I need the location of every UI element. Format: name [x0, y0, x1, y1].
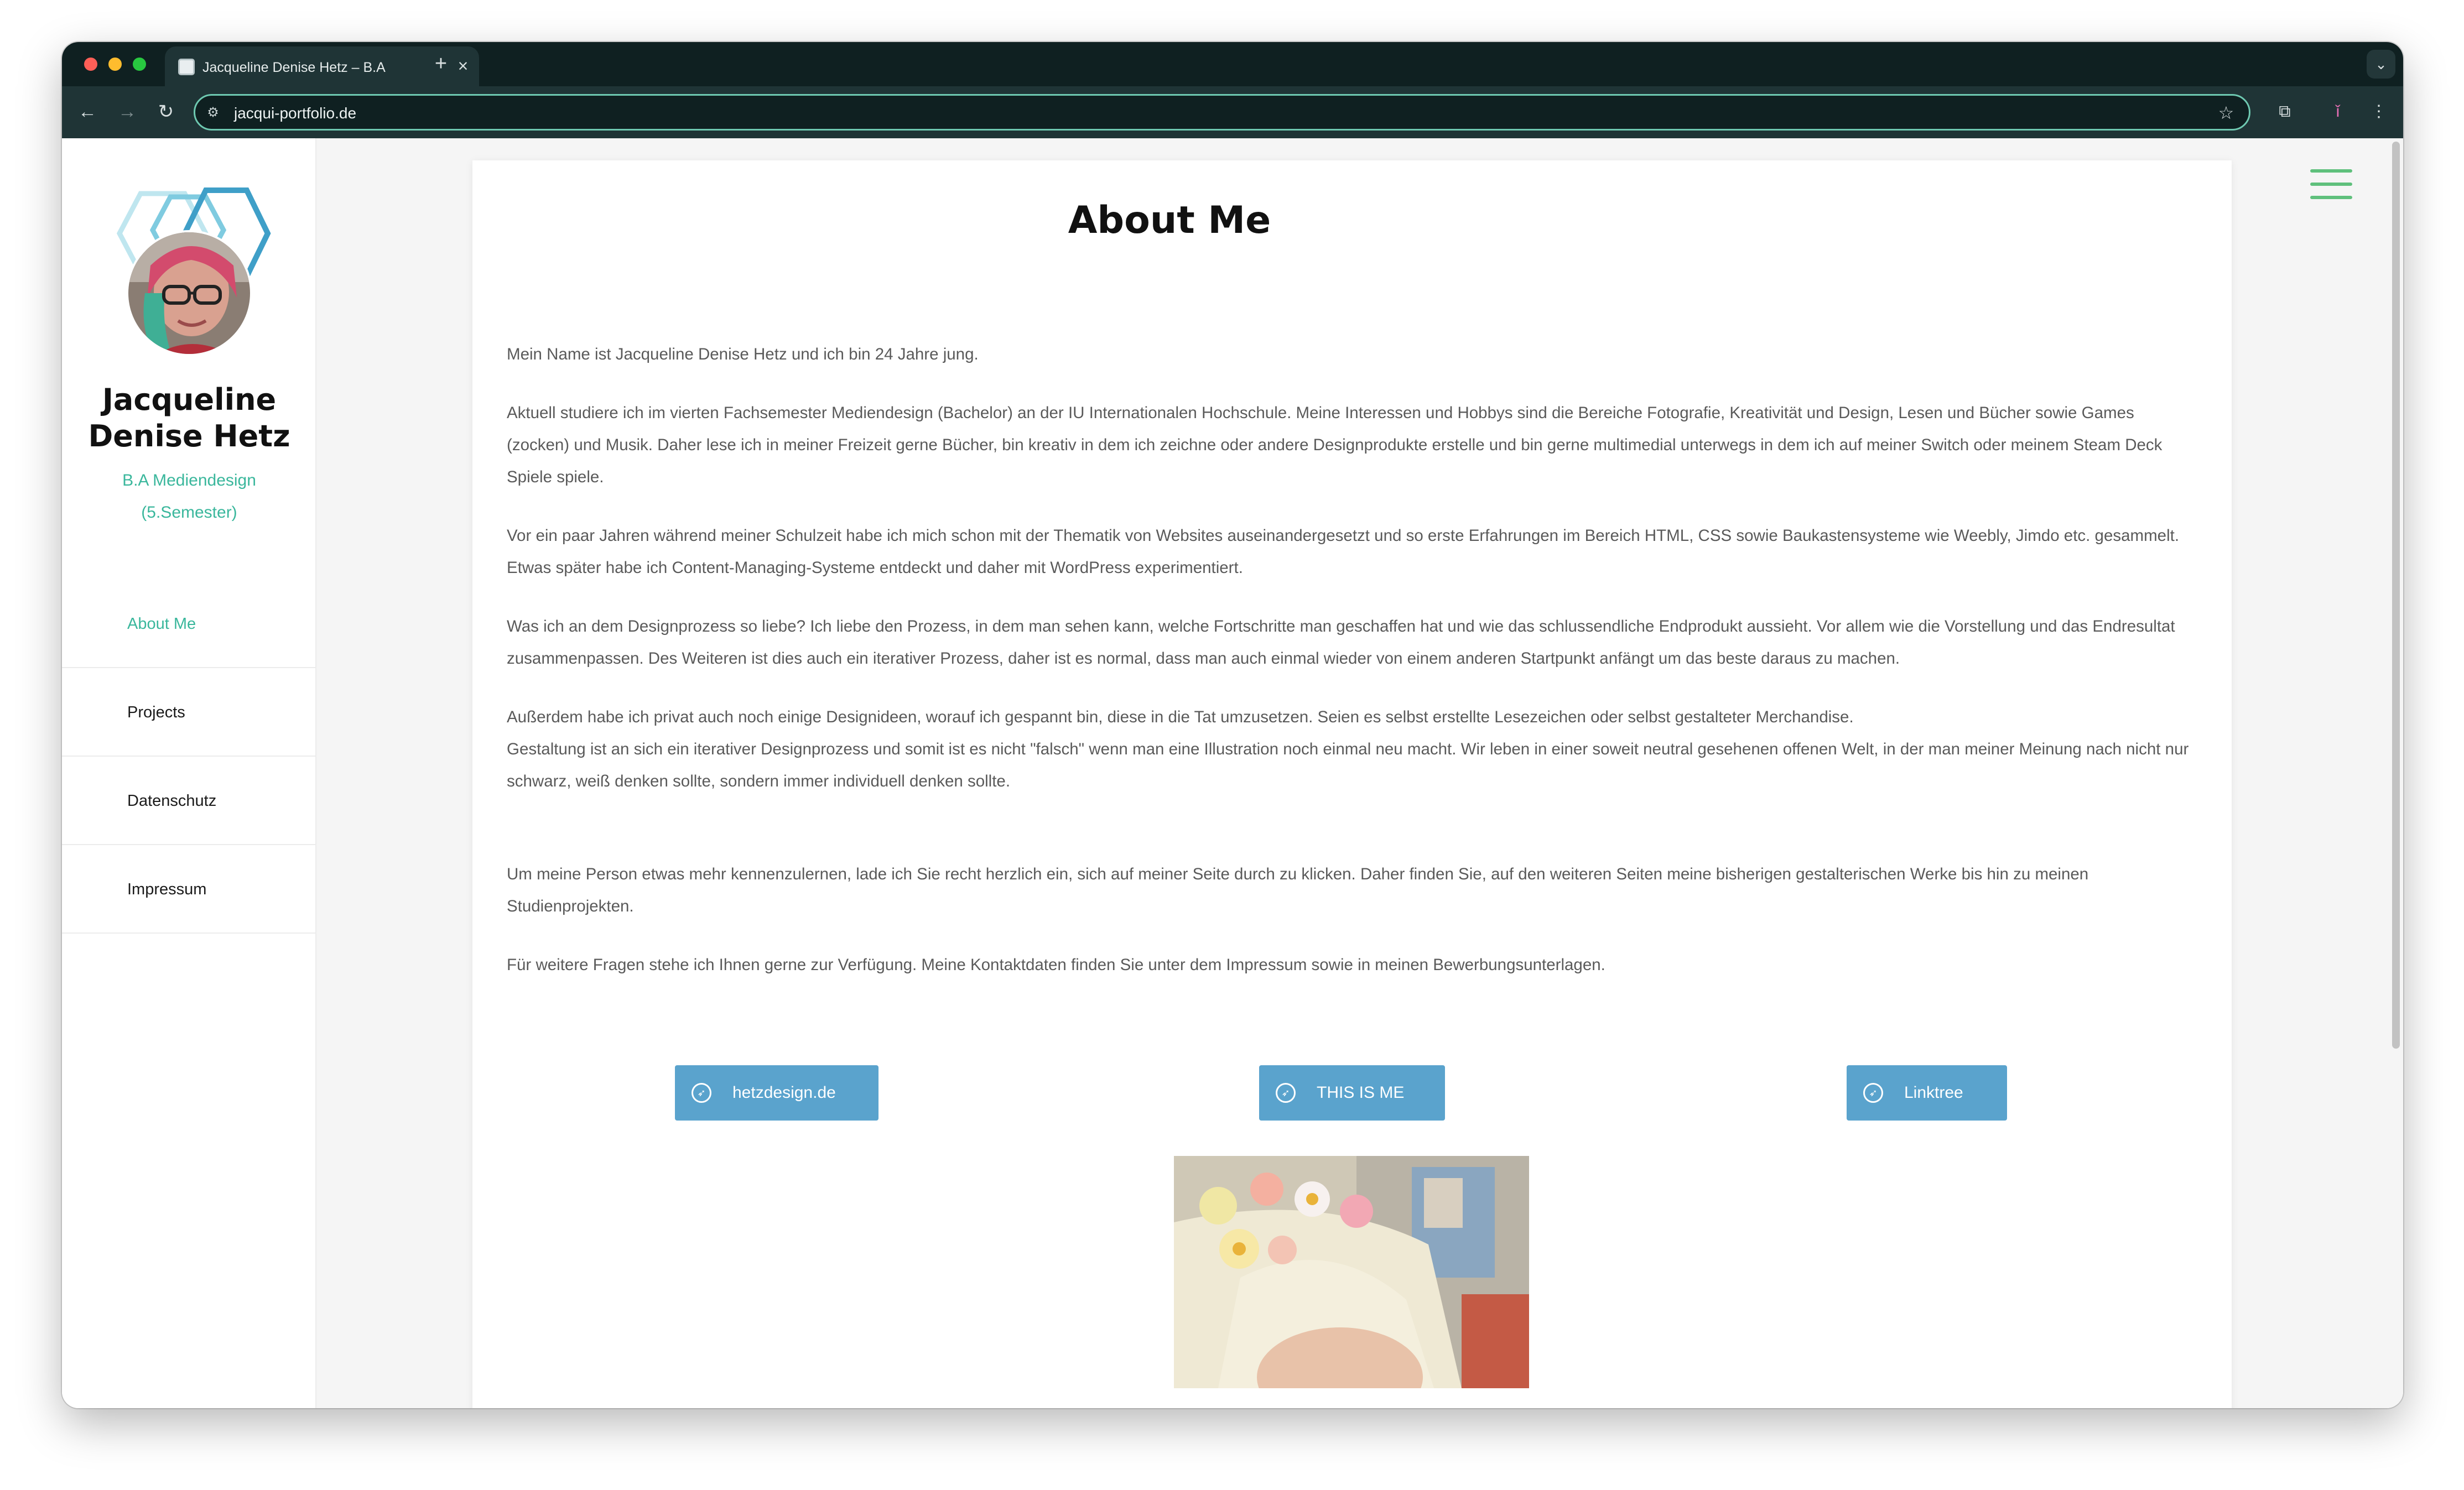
- profile-photo: [1174, 1156, 1529, 1388]
- paragraph: Außerdem habe ich privat auch noch einig…: [507, 708, 1854, 726]
- profile-degree: B.A Mediendesign: [122, 471, 256, 489]
- scrollbar-thumb[interactable]: [2392, 142, 2400, 1049]
- browser-menu-icon[interactable]: ⋮: [2367, 100, 2391, 124]
- compass-icon: ➶: [1863, 1083, 1883, 1103]
- paragraph: Um meine Person etwas mehr kennenzulerne…: [507, 865, 2089, 915]
- profile-avatar: [126, 230, 252, 356]
- profile-semester: (5.Semester): [141, 503, 237, 522]
- compass-icon: ➶: [692, 1083, 711, 1103]
- profile-subtitle: B.A Mediendesign (5.Semester): [84, 465, 294, 529]
- content-card: About Me Mein Name ist Jacqueline Denise…: [472, 160, 2232, 1408]
- reload-icon[interactable]: ↻: [153, 98, 179, 125]
- sidebar-item-projects[interactable]: Projects: [62, 668, 315, 757]
- page-title: About Me: [1068, 199, 1271, 242]
- maximize-window-button[interactable]: [133, 58, 146, 71]
- tab-search-icon[interactable]: ⌄: [2367, 50, 2395, 79]
- button-label: THIS IS ME: [1317, 1083, 1405, 1102]
- favicon-icon: [178, 59, 195, 75]
- profile-icon[interactable]: ǐ: [2326, 100, 2350, 124]
- sidebar-item-datenschutz[interactable]: Datenschutz: [62, 757, 315, 845]
- back-arrow-icon[interactable]: ←: [74, 98, 101, 125]
- tab-title: Jacqueline Denise Hetz – B.A: [202, 60, 386, 75]
- sidebar: Jacqueline Denise Hetz B.A Mediendesign …: [62, 138, 316, 1408]
- bookmark-star-icon[interactable]: ☆: [2216, 102, 2237, 123]
- site-info-icon[interactable]: ⚙: [204, 104, 222, 122]
- forward-arrow-icon[interactable]: →: [114, 98, 141, 125]
- sidebar-item-impressum[interactable]: Impressum: [62, 845, 315, 934]
- paragraph: Vor ein paar Jahren während meiner Schul…: [507, 527, 2180, 577]
- browser-window: Jacqueline Denise Hetz – B.A × + ⌄ ← → ↻…: [62, 42, 2403, 1408]
- profile-name: Jacqueline Denise Hetz: [88, 382, 290, 454]
- paragraph: Mein Name ist Jacqueline Denise Hetz und…: [507, 345, 979, 363]
- tab-strip: Jacqueline Denise Hetz – B.A × + ⌄: [62, 42, 2403, 86]
- button-label: Linktree: [1904, 1083, 1963, 1102]
- sidebar-item-about-me[interactable]: About Me: [62, 580, 315, 668]
- paragraph: Was ich an dem Designprozess so liebe? I…: [507, 617, 2175, 668]
- hetzdesign-button[interactable]: ➶ hetzdesign.de: [675, 1065, 878, 1121]
- paragraph: Für weitere Fragen stehe ich Ihnen gerne…: [507, 956, 1605, 974]
- page-scrollbar[interactable]: [2388, 138, 2403, 1408]
- tab-close-icon[interactable]: ×: [454, 56, 472, 75]
- url-text[interactable]: jacqui-portfolio.de: [234, 103, 356, 123]
- paragraph: Gestaltung ist an sich ein iterativer De…: [507, 740, 2189, 790]
- about-text: Mein Name ist Jacqueline Denise Hetz und…: [507, 338, 2200, 1008]
- button-label: hetzdesign.de: [732, 1083, 836, 1102]
- linktree-button[interactable]: ➶ Linktree: [1847, 1065, 2007, 1121]
- minimize-window-button[interactable]: [108, 58, 122, 71]
- new-tab-icon[interactable]: +: [429, 52, 453, 75]
- paragraph: Aktuell studiere ich im vierten Fachseme…: [507, 404, 2163, 486]
- browser-toolbar: ← → ↻ ⚙ jacqui-portfolio.de ☆ ⧉ ǐ ⋮: [62, 86, 2403, 138]
- close-window-button[interactable]: [84, 58, 97, 71]
- page-viewport: Jacqueline Denise Hetz B.A Mediendesign …: [62, 138, 2403, 1408]
- hamburger-menu-icon[interactable]: [2310, 169, 2352, 200]
- compass-icon: ➶: [1276, 1083, 1296, 1103]
- extensions-icon[interactable]: ⧉: [2273, 100, 2297, 124]
- sidebar-nav: About Me Projects Datenschutz Impressum: [62, 580, 315, 934]
- address-bar[interactable]: ⚙ jacqui-portfolio.de ☆: [194, 94, 2250, 131]
- this-is-me-button[interactable]: ➶ THIS IS ME: [1259, 1065, 1445, 1121]
